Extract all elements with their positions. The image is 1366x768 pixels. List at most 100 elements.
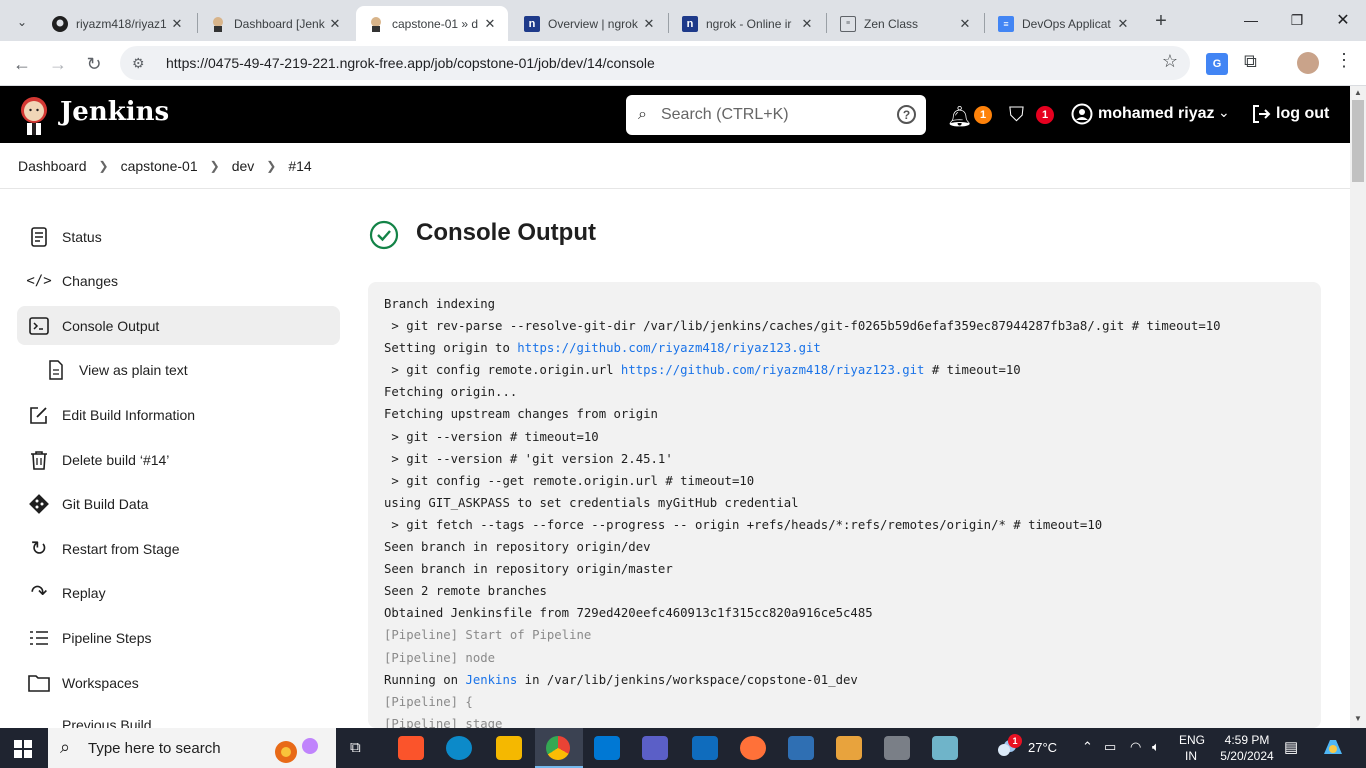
profile-avatar[interactable]: [1297, 52, 1319, 74]
close-icon[interactable]: ✕: [641, 16, 657, 32]
sidebar-item-restart-from-stage[interactable]: ↻ Restart from Stage: [17, 529, 340, 568]
clock-date[interactable]: 5/20/2024: [1214, 749, 1280, 763]
notifications-icon[interactable]: ▤: [1284, 738, 1298, 756]
page-title: Console Output: [416, 219, 596, 246]
scrollbar-thumb[interactable]: [1352, 100, 1364, 182]
breadcrumb-item[interactable]: dev: [232, 158, 255, 174]
new-tab-icon[interactable]: +: [1148, 8, 1174, 34]
app-icon[interactable]: [932, 736, 958, 760]
close-icon[interactable]: ✕: [482, 16, 498, 32]
edge-icon[interactable]: [446, 736, 472, 760]
clock-time[interactable]: 4:59 PM: [1220, 733, 1274, 747]
network-icon[interactable]: ▭: [1104, 739, 1116, 755]
browser-tab-1[interactable]: Dashboard [Jenk ✕: [198, 6, 353, 41]
restore-icon[interactable]: ❐: [1274, 0, 1320, 40]
weather-temp[interactable]: 27°C: [1028, 740, 1057, 755]
shield-icon[interactable]: ⛉: [1009, 104, 1024, 127]
close-icon[interactable]: ✕: [1115, 16, 1131, 32]
jenkins-icon: [368, 16, 384, 32]
mail-icon[interactable]: [692, 736, 718, 760]
taskbar-search-input[interactable]: ⌕ Type here to search: [48, 728, 336, 768]
forward-icon[interactable]: →: [43, 49, 73, 79]
minimize-icon[interactable]: —: [1228, 0, 1274, 40]
console-link[interactable]: https://github.com/riyazm418/riyaz123.gi…: [517, 341, 821, 355]
console-line: > git rev-parse --resolve-git-dir /var/l…: [384, 319, 1221, 334]
github-icon: [52, 15, 68, 32]
sidebar-item-workspaces[interactable]: Workspaces: [17, 663, 340, 702]
list-icon: [27, 626, 51, 650]
bookmark-star-icon[interactable]: ☆: [1162, 51, 1178, 72]
logout-icon[interactable]: [1250, 103, 1272, 131]
user-name[interactable]: mohamed riyaz: [1098, 105, 1214, 123]
console-link[interactable]: Jenkins: [465, 673, 517, 687]
console-line: > git config remote.origin.url https://g…: [384, 359, 1321, 381]
reload-icon[interactable]: ↻: [79, 49, 109, 79]
help-icon[interactable]: ?: [897, 105, 916, 124]
brave-icon[interactable]: [398, 736, 424, 760]
close-icon[interactable]: ✕: [957, 16, 973, 32]
region-indicator[interactable]: IN: [1185, 749, 1197, 763]
store-icon[interactable]: [594, 736, 620, 760]
browser-tab-0[interactable]: riyazm418/riyaz1 ✕: [40, 6, 195, 41]
console-link[interactable]: https://github.com/riyazm418/riyaz123.gi…: [621, 363, 925, 377]
sidebar-item-previous-build[interactable]: ← Previous Build: [17, 707, 340, 728]
breadcrumb-item[interactable]: capstone-01: [121, 158, 198, 174]
windows-start-icon[interactable]: [14, 740, 32, 758]
tab-title: riyazm418/riyaz1: [76, 16, 167, 31]
sidebar-item-delete-build[interactable]: Delete build ‘#14’: [17, 440, 340, 479]
close-icon[interactable]: ✕: [799, 16, 815, 32]
browser-tab-6[interactable]: ≡ DevOps Applicat ✕: [986, 6, 1141, 41]
console-line: Fetching upstream changes from origin: [384, 407, 658, 422]
sidebar-item-status[interactable]: Status: [17, 217, 340, 256]
close-icon[interactable]: ✕: [169, 16, 185, 32]
wifi-icon[interactable]: ◠: [1130, 739, 1141, 755]
sidebar-item-view-plain-text[interactable]: View as plain text: [34, 350, 340, 389]
task-view-icon[interactable]: ⧉: [350, 739, 361, 756]
close-icon[interactable]: ✕: [327, 16, 343, 32]
jenkins-title[interactable]: Jenkins: [60, 97, 169, 127]
virtualbox-icon[interactable]: [788, 736, 814, 760]
file-explorer-icon[interactable]: [496, 736, 522, 760]
browser-tab-4[interactable]: n ngrok - Online ir ✕: [670, 6, 825, 41]
chevron-down-icon[interactable]: ⌄: [1218, 104, 1230, 121]
extensions-icon[interactable]: ⧉: [1244, 51, 1257, 72]
app-icon[interactable]: [884, 736, 910, 760]
app-icon[interactable]: [836, 736, 862, 760]
tab-search-icon[interactable]: ⌄: [8, 8, 36, 36]
logout-link[interactable]: log out: [1276, 105, 1329, 123]
browser-tab-5[interactable]: ≡ Zen Class ✕: [828, 6, 983, 41]
sidebar-item-changes[interactable]: </> Changes: [17, 261, 340, 300]
sidebar-item-label: Delete build ‘#14’: [62, 451, 170, 468]
sidebar-item-edit-build-info[interactable]: Edit Build Information: [17, 395, 340, 434]
docs-icon: ≡: [998, 15, 1014, 32]
scroll-down-icon[interactable]: ▼: [1354, 714, 1362, 723]
window-close-icon[interactable]: ✕: [1320, 0, 1366, 40]
chrome-taskbar-active[interactable]: [535, 728, 583, 768]
sidebar-item-console-output[interactable]: Console Output: [17, 306, 340, 345]
user-icon[interactable]: [1071, 103, 1093, 131]
browser-tab-3[interactable]: n Overview | ngrok ✕: [512, 6, 667, 41]
browser-tab-2[interactable]: capstone-01 » d ✕: [356, 6, 508, 41]
volume-icon[interactable]: 🔈︎: [1152, 739, 1160, 755]
back-icon[interactable]: ←: [7, 49, 37, 79]
translate-icon[interactable]: G: [1206, 53, 1228, 75]
ngrok-icon: n: [682, 15, 698, 32]
bell-icon[interactable]: 🔔︎: [947, 104, 972, 129]
menu-dots-icon[interactable]: ⋮: [1335, 50, 1353, 71]
sidebar-item-replay[interactable]: ↷ Replay: [17, 573, 340, 612]
sidebar-item-git-build-data[interactable]: Git Build Data: [17, 484, 340, 523]
address-bar[interactable]: ⚙ https://0475-49-47-219-221.ngrok-free.…: [120, 46, 1190, 80]
site-info-icon[interactable]: ⚙: [132, 55, 154, 72]
scroll-up-icon[interactable]: ▲: [1354, 88, 1362, 97]
chevron-up-icon[interactable]: ⌃: [1082, 739, 1093, 755]
copilot-icon[interactable]: [1322, 738, 1344, 758]
breadcrumb-item[interactable]: #14: [288, 158, 311, 174]
app-icon[interactable]: [642, 736, 668, 760]
jenkins-logo-icon[interactable]: [18, 95, 50, 135]
breadcrumb-item[interactable]: Dashboard: [18, 158, 87, 174]
language-indicator[interactable]: ENG: [1179, 733, 1205, 747]
sidebar-item-pipeline-steps[interactable]: Pipeline Steps: [17, 618, 340, 657]
page-scrollbar[interactable]: [1350, 86, 1366, 728]
firefox-icon[interactable]: [740, 736, 766, 760]
search-input[interactable]: ⌕ Search (CTRL+K) ?: [626, 95, 926, 135]
